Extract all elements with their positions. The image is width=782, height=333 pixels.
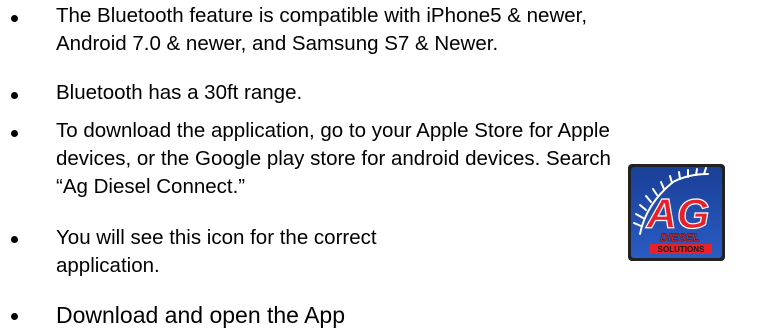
logo-text-main: AG xyxy=(646,190,710,237)
list-item-text: To download the application, go to your … xyxy=(56,119,611,198)
bullet-icon xyxy=(11,15,18,22)
list-item-text: The Bluetooth feature is compatible with… xyxy=(56,4,588,55)
logo-text-sub-diesel: DIESEL xyxy=(660,232,700,244)
logo-text-sub-solutions: SOLUTIONS xyxy=(658,245,705,254)
bullet-icon xyxy=(11,313,18,320)
document-page: { "bullets": [ { "text": "The Bluetooth … xyxy=(0,0,782,333)
bullet-icon xyxy=(11,130,18,137)
list-item-text: Download and open the App xyxy=(56,302,346,328)
list-item-text: You will see this icon for the correct a… xyxy=(56,226,377,277)
bullet-icon xyxy=(11,236,18,243)
bullet-icon xyxy=(11,92,18,99)
ag-diesel-solutions-app-icon: AG DIESEL SOLUTIONS xyxy=(628,164,725,261)
list-item-text: Bluetooth has a 30ft range. xyxy=(56,81,303,104)
